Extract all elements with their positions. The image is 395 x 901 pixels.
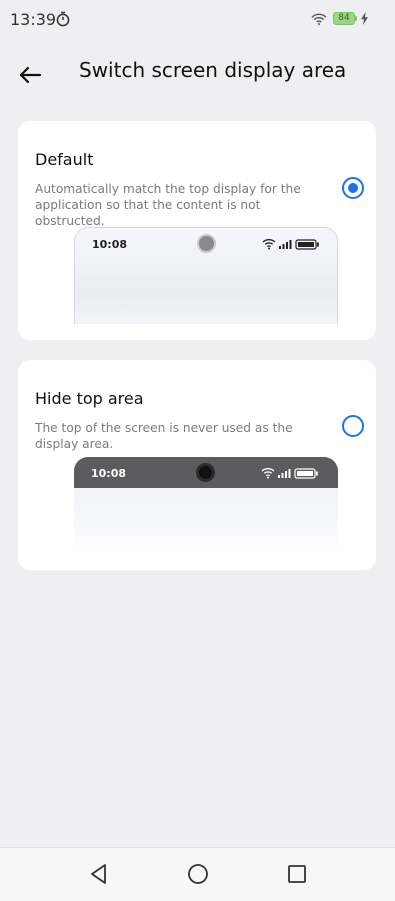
app-header: Switch screen display area: [0, 48, 395, 94]
option-description: The top of the screen is never used as t…: [35, 421, 293, 451]
status-time: 13:39: [10, 10, 57, 29]
nav-recents-icon[interactable]: [285, 862, 309, 886]
option-card-default[interactable]: Default Automatically match the top disp…: [18, 121, 376, 340]
preview-time: 10:08: [91, 467, 127, 480]
option-title: Default: [35, 150, 94, 169]
signal-icon: [279, 240, 292, 249]
wifi-icon: [311, 13, 327, 25]
preview-hide-top: 10:08: [74, 457, 338, 552]
battery-icon: 84: [333, 12, 357, 25]
battery-icon: [295, 239, 319, 250]
battery-icon: [294, 468, 318, 479]
back-arrow-icon[interactable]: [14, 54, 48, 88]
preview-status-icons: [261, 468, 318, 479]
signal-icon: [278, 469, 291, 478]
timer-icon: [56, 11, 70, 27]
preview-default: 10:08: [74, 227, 338, 324]
camera-cutout-icon: [197, 234, 216, 253]
wifi-icon: [262, 239, 276, 248]
option-title: Hide top area: [35, 389, 144, 408]
charging-bolt-icon: [361, 12, 368, 25]
radio-hide-top[interactable]: [342, 415, 364, 437]
camera-cutout-icon: [196, 463, 215, 482]
preview-time: 10:08: [92, 238, 128, 251]
battery-level: 84: [338, 13, 350, 23]
nav-back-icon[interactable]: [87, 862, 111, 886]
wifi-icon: [261, 468, 275, 477]
option-description: Automatically match the top display for …: [35, 182, 301, 228]
black-top-band: 10:08: [74, 457, 338, 488]
battery-cap: [355, 16, 357, 21]
nav-home-icon[interactable]: [186, 862, 210, 886]
preview-status-icons: [262, 239, 319, 250]
radio-selected-dot: [348, 183, 358, 193]
radio-default[interactable]: [342, 177, 364, 199]
option-card-hide-top[interactable]: Hide top area The top of the screen is n…: [18, 360, 376, 570]
status-bar: 13:39 84: [0, 0, 395, 38]
system-nav-bar: [0, 847, 395, 901]
page-title: Switch screen display area: [79, 58, 347, 82]
